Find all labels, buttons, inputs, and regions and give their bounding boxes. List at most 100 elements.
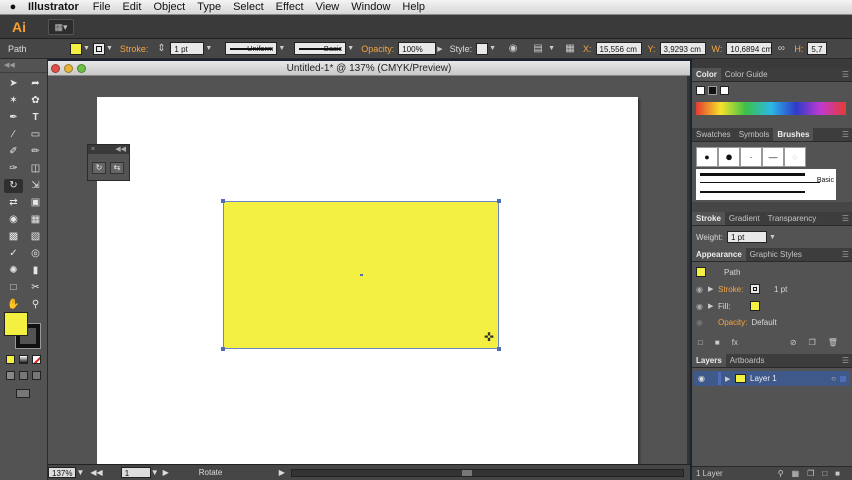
scale-tool-icon[interactable]: ⇲: [26, 179, 45, 193]
white-swatch[interactable]: [720, 86, 729, 95]
reference-point-icon[interactable]: ▦: [564, 43, 576, 55]
panel-dock-grip[interactable]: [692, 59, 852, 68]
first-artboard-icon[interactable]: ◀◀: [90, 468, 102, 477]
eye-icon[interactable]: ◉: [698, 374, 710, 383]
gradient-mode-icon[interactable]: [19, 355, 28, 364]
eyedropper-tool-icon[interactable]: ✓: [4, 247, 23, 261]
stroke-color-swatch[interactable]: [92, 42, 105, 55]
y-label[interactable]: Y:: [648, 44, 656, 54]
panel-menu-icon[interactable]: ☰: [838, 354, 852, 367]
tab-symbols[interactable]: Symbols: [735, 128, 774, 141]
h-label[interactable]: H:: [794, 44, 803, 54]
hand-tool-icon[interactable]: ✋: [4, 298, 23, 312]
chevron-down-icon[interactable]: ▼: [278, 45, 285, 52]
x-label[interactable]: X:: [583, 44, 592, 54]
zoom-tool-icon[interactable]: ⚲: [26, 298, 45, 312]
brush-stroke[interactable]: [700, 173, 805, 176]
brush-stroke-basic[interactable]: [700, 182, 820, 183]
appearance-opacity-label[interactable]: Opacity:: [718, 318, 747, 327]
yellow-rectangle-path[interactable]: ✜: [221, 199, 501, 351]
brush-point[interactable]: ·: [740, 147, 762, 167]
blend-tool-icon[interactable]: ◎: [26, 247, 45, 261]
fill-color-box[interactable]: [4, 312, 28, 336]
magic-wand-tool-icon[interactable]: ✶: [4, 94, 23, 108]
layer-actions[interactable]: ⚲▦❐□■: [778, 467, 848, 480]
none-swatch-icon[interactable]: [696, 86, 705, 95]
add-effect-icon[interactable]: fx: [732, 338, 738, 347]
appearance-fill-swatch[interactable]: [750, 301, 760, 311]
selection-indicator[interactable]: [840, 375, 846, 382]
reflect-tool-icon[interactable]: ⇆: [110, 162, 124, 174]
rectangle-tool-icon[interactable]: ▭: [26, 128, 45, 142]
chevron-down-icon[interactable]: ▼: [548, 45, 555, 52]
tab-layers[interactable]: Layers: [692, 354, 726, 367]
menu-object[interactable]: Object: [147, 1, 191, 13]
align-icon[interactable]: ▤: [532, 43, 544, 55]
blob-brush-tool-icon[interactable]: ✑: [4, 162, 23, 176]
menu-app-name[interactable]: Illustrator: [26, 1, 87, 13]
menu-help[interactable]: Help: [396, 1, 431, 13]
current-tool-status[interactable]: Rotate: [199, 468, 279, 477]
artboard[interactable]: ✜: [97, 97, 638, 464]
zoom-window-icon[interactable]: [77, 64, 86, 73]
brush-strokes-list[interactable]: Basic: [696, 169, 836, 200]
tab-transparency[interactable]: Transparency: [764, 212, 821, 225]
tab-artboards[interactable]: Artboards: [726, 354, 769, 367]
chevron-down-icon[interactable]: ▼: [106, 45, 113, 52]
fill-color-swatch[interactable]: [70, 42, 82, 55]
selection-handle[interactable]: [497, 347, 501, 351]
chevron-right-icon[interactable]: ▶: [279, 468, 285, 477]
delete-item-icon[interactable]: 🗑: [828, 338, 838, 347]
vertical-scrollbar[interactable]: [687, 76, 690, 464]
menu-file[interactable]: File: [87, 1, 117, 13]
add-stroke-icon[interactable]: □: [698, 338, 703, 347]
chevron-right-icon[interactable]: ▶: [437, 45, 442, 53]
eye-icon[interactable]: ◉: [696, 318, 708, 327]
chevron-down-icon[interactable]: ▼: [76, 468, 84, 477]
screen-mode-icon[interactable]: [16, 389, 30, 398]
layer-name[interactable]: Layer 1: [750, 374, 777, 383]
panel-menu-icon[interactable]: ☰: [838, 212, 852, 225]
slice-tool-icon[interactable]: ✂: [26, 281, 45, 295]
none-mode-icon[interactable]: [32, 355, 41, 364]
menu-edit[interactable]: Edit: [116, 1, 147, 13]
selection-handle[interactable]: [221, 199, 225, 203]
expand-triangle-icon[interactable]: ▶: [708, 285, 718, 293]
direct-selection-tool-icon[interactable]: ➦: [26, 77, 45, 91]
gradient-tool-icon[interactable]: ▧: [26, 230, 45, 244]
rotate-tool-icon[interactable]: ↻: [92, 162, 106, 174]
chevron-down-icon[interactable]: ▼: [769, 234, 776, 241]
brush-definition[interactable]: Basic: [294, 42, 347, 55]
menu-view[interactable]: View: [310, 1, 346, 13]
pencil-tool-icon[interactable]: ✏: [26, 145, 45, 159]
column-graph-tool-icon[interactable]: ▮: [26, 264, 45, 278]
eraser-tool-icon[interactable]: ◫: [26, 162, 45, 176]
stroke-label[interactable]: Stroke:: [120, 44, 149, 54]
tab-graphic-styles[interactable]: Graphic Styles: [746, 248, 806, 261]
artboard-tool-icon[interactable]: □: [4, 281, 23, 295]
expand-triangle-icon[interactable]: ▶: [725, 375, 735, 383]
opacity-label[interactable]: Opacity:: [361, 44, 394, 54]
eye-icon[interactable]: ◉: [696, 302, 708, 311]
minimize-window-icon[interactable]: [64, 64, 73, 73]
selection-handle[interactable]: [221, 347, 225, 351]
tab-appearance[interactable]: Appearance: [692, 248, 746, 261]
appearance-stroke-swatch[interactable]: [750, 284, 760, 294]
tab-gradient[interactable]: Gradient: [725, 212, 764, 225]
horizontal-scrollbar[interactable]: [290, 468, 684, 477]
w-label[interactable]: W:: [712, 44, 723, 54]
lasso-tool-icon[interactable]: ✿: [26, 94, 45, 108]
rotate-tool-icon[interactable]: ↻: [4, 179, 23, 193]
tab-swatches[interactable]: Swatches: [692, 128, 735, 141]
stroke-weight-field[interactable]: 1 pt: [726, 231, 767, 243]
width-tool-icon[interactable]: ⇄: [4, 196, 23, 210]
layer-row[interactable]: ◉ ▶ Layer 1 ○: [694, 371, 850, 386]
expand-triangle-icon[interactable]: ▶: [708, 302, 718, 310]
draw-normal-icon[interactable]: [6, 371, 15, 380]
panel-menu-icon[interactable]: ☰: [838, 248, 852, 261]
selection-tool-icon[interactable]: ➤: [4, 77, 23, 91]
brush-dash[interactable]: —: [762, 147, 784, 167]
symbol-sprayer-tool-icon[interactable]: ✺: [4, 264, 23, 278]
center-point[interactable]: [360, 274, 363, 276]
close-window-icon[interactable]: [51, 64, 60, 73]
